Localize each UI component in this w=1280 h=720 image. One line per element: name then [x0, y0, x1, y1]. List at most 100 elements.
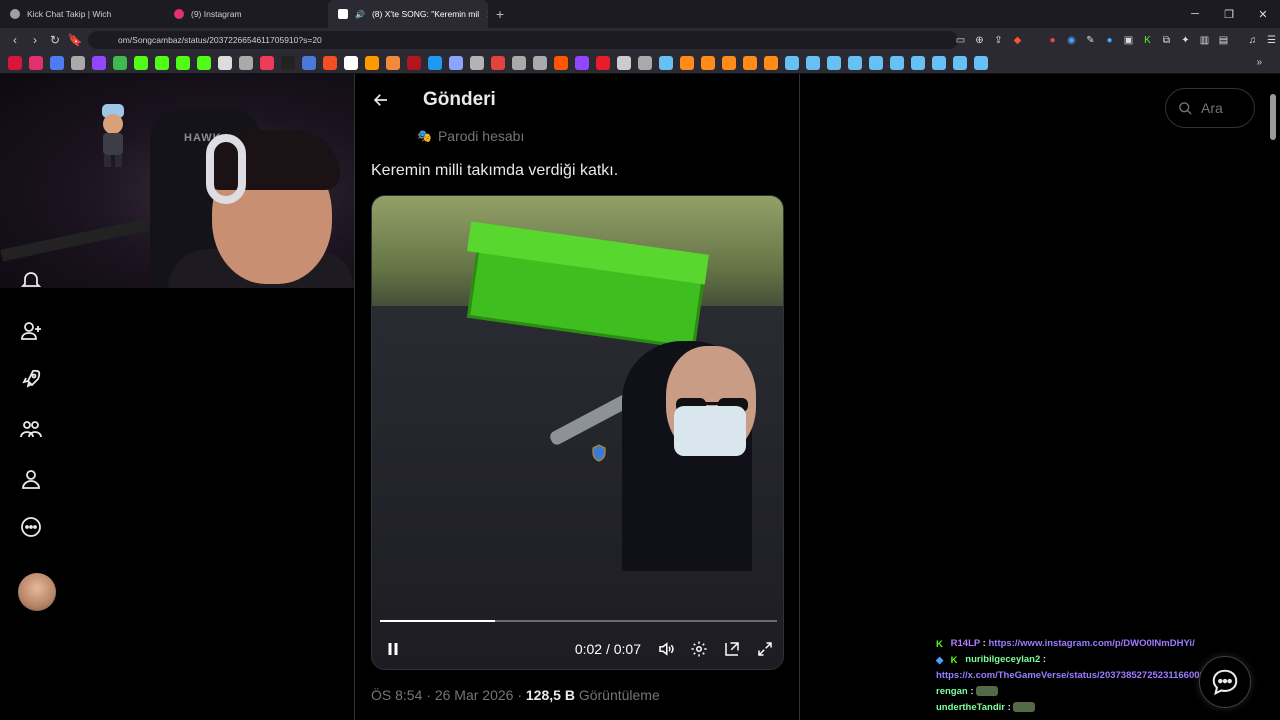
bookmark-icon[interactable]	[596, 55, 610, 70]
address-bar[interactable]: om/Songcambaz/status/2037226654611705910…	[88, 31, 958, 49]
extension-icon[interactable]: ◉	[1063, 32, 1080, 49]
back-nav-icon[interactable]: ‹	[5, 33, 25, 47]
bookmark-icon[interactable]	[134, 55, 148, 70]
account-avatar[interactable]	[18, 573, 56, 611]
close-window-icon[interactable]: ✕	[1246, 0, 1280, 28]
bookmark-icon[interactable]	[113, 55, 127, 70]
bookmark-icon[interactable]	[764, 55, 778, 70]
brave-shield-icon[interactable]: ◆	[1009, 32, 1026, 49]
settings-button[interactable]	[682, 634, 715, 664]
bookmark-icon[interactable]	[701, 55, 715, 70]
tab-instagram[interactable]: (9) Instagram	[164, 0, 328, 28]
more-options-icon[interactable]	[14, 510, 48, 544]
menu-icon[interactable]: ☰	[1263, 32, 1280, 49]
view-count: 128,5 B	[525, 687, 575, 703]
extension-icon[interactable]: ●	[1044, 32, 1061, 49]
extension-icon[interactable]: K	[1139, 32, 1156, 49]
messages-button[interactable]	[1199, 656, 1251, 708]
bookmark-icon[interactable]	[743, 55, 757, 70]
zoom-icon[interactable]: ⊕	[971, 32, 988, 49]
bookmark-icon[interactable]: 🔖	[65, 33, 85, 47]
extension-icon[interactable]: ✎	[1082, 32, 1099, 49]
bookmark-icon[interactable]	[8, 55, 22, 70]
cast-icon[interactable]: ▭	[952, 32, 969, 49]
bookmark-icon[interactable]	[29, 55, 43, 70]
bookmark-icon[interactable]	[428, 55, 442, 70]
bookmark-icon[interactable]	[344, 55, 358, 70]
bookmark-icon[interactable]	[281, 55, 295, 70]
bookmark-icon[interactable]	[386, 55, 400, 70]
profile-icon[interactable]	[14, 462, 48, 496]
bookmark-icon[interactable]	[554, 55, 568, 70]
rocket-icon[interactable]	[14, 362, 48, 396]
bookmark-icon[interactable]	[512, 55, 526, 70]
sidebar-toggle-icon[interactable]: ▥	[1196, 32, 1213, 49]
picture-in-picture-button[interactable]	[715, 634, 748, 664]
back-button[interactable]	[355, 91, 407, 109]
bookmark-icon[interactable]	[617, 55, 631, 70]
bookmark-icon[interactable]	[407, 55, 421, 70]
fullscreen-button[interactable]	[748, 634, 781, 664]
bookmark-icon[interactable]	[827, 55, 841, 70]
bookmark-icon[interactable]	[785, 55, 799, 70]
bookmark-icon[interactable]	[533, 55, 547, 70]
bookmark-icon[interactable]	[50, 55, 64, 70]
bookmark-icon[interactable]	[449, 55, 463, 70]
puzzle-icon[interactable]: ✦	[1177, 32, 1194, 49]
bookmark-icon[interactable]	[260, 55, 274, 70]
bookmark-icon[interactable]	[365, 55, 379, 70]
search-box[interactable]: Ara	[1165, 88, 1255, 128]
bookmark-icon[interactable]	[806, 55, 820, 70]
bookmark-icon[interactable]	[302, 55, 316, 70]
bookmark-icon[interactable]	[155, 55, 169, 70]
bookmark-icon[interactable]	[659, 55, 673, 70]
extension-icon[interactable]: ●	[1101, 32, 1118, 49]
bookmark-icon[interactable]	[974, 55, 988, 70]
bookmark-icon[interactable]	[491, 55, 505, 70]
volume-button[interactable]	[649, 634, 682, 664]
post-date: 26 Mar 2026	[434, 687, 514, 703]
bookmarks-overflow-icon[interactable]: »	[1256, 57, 1262, 68]
bookmark-icon[interactable]	[638, 55, 652, 70]
speaker-icon[interactable]: 🔊	[355, 10, 365, 19]
bookmark-icon[interactable]	[176, 55, 190, 70]
follow-icon[interactable]	[14, 314, 48, 348]
bookmark-icon[interactable]	[680, 55, 694, 70]
media-icon[interactable]: ♫	[1244, 32, 1261, 49]
bookmark-icon[interactable]	[197, 55, 211, 70]
bookmark-icon[interactable]	[92, 55, 106, 70]
video-player[interactable]: 0:02 / 0:07	[371, 195, 784, 670]
communities-icon[interactable]	[14, 412, 48, 446]
scrollbar-thumb[interactable]	[1270, 94, 1276, 140]
extension-icon[interactable]: ⧉	[1158, 32, 1175, 49]
bookmark-icon[interactable]	[869, 55, 883, 70]
wallet-icon[interactable]: ▤	[1215, 32, 1232, 49]
bookmark-icon[interactable]	[848, 55, 862, 70]
maximize-icon[interactable]: ❐	[1212, 0, 1246, 28]
tab-x-post[interactable]: 🔊 (8) X'te SONG: "Keremin mil ✕	[328, 0, 488, 28]
new-tab-button[interactable]: +	[488, 6, 512, 22]
bookmark-icon[interactable]	[722, 55, 736, 70]
bookmark-icon[interactable]	[239, 55, 253, 70]
bookmark-icon[interactable]	[575, 55, 589, 70]
bookmark-icon[interactable]	[932, 55, 946, 70]
bookmark-icon[interactable]	[218, 55, 232, 70]
forward-nav-icon[interactable]: ›	[25, 33, 45, 47]
pause-button[interactable]	[376, 634, 409, 664]
dock-icon	[724, 642, 739, 656]
shield-icon	[592, 444, 606, 462]
bookmark-icon[interactable]	[890, 55, 904, 70]
extension-icon[interactable]: ▣	[1120, 32, 1137, 49]
bookmark-icon[interactable]	[470, 55, 484, 70]
scrollbar[interactable]	[1270, 78, 1276, 714]
bookmark-icon[interactable]	[323, 55, 337, 70]
bookmark-icon[interactable]	[71, 55, 85, 70]
minimize-icon[interactable]: ─	[1178, 0, 1212, 28]
video-progress-bar[interactable]	[380, 620, 777, 622]
tab-kick-chat[interactable]: Kick Chat Takip | Wich	[0, 0, 164, 28]
bookmark-icon[interactable]	[953, 55, 967, 70]
share-icon[interactable]: ⇪	[990, 32, 1007, 49]
reload-icon[interactable]: ↻	[45, 33, 65, 47]
bookmark-icon[interactable]	[911, 55, 925, 70]
notifications-icon[interactable]	[14, 270, 48, 290]
